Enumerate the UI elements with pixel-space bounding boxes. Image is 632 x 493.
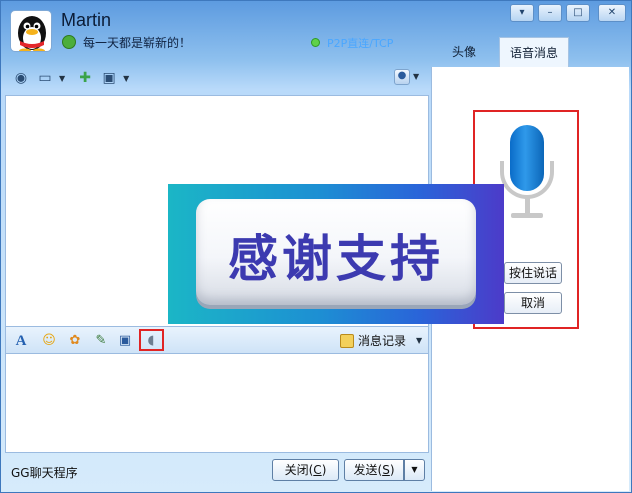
microphone-stem: [525, 198, 530, 214]
send-options-button[interactable]: ▼: [404, 459, 425, 481]
format-toolbar: A ☺ ✿ ✎ ▣ ◖ 消息记录 ▼: [5, 327, 429, 353]
font-icon[interactable]: A: [12, 332, 30, 350]
minimize-button[interactable]: –: [538, 4, 562, 22]
screen-icon[interactable]: ▣: [116, 332, 134, 350]
chevron-down-icon[interactable]: ▼: [59, 74, 65, 83]
chat-window: Martin 每一天都是崭新的！ P2P直连/TCP ▾ – □ ✕ ◉ ▭ ▼…: [0, 0, 632, 493]
message-history-button[interactable]: 消息记录: [340, 332, 406, 349]
send-key: S: [382, 463, 390, 477]
close-key: C: [313, 463, 322, 477]
camera-icon[interactable]: ◉: [11, 68, 31, 88]
screenshot-icon[interactable]: ✎: [92, 332, 110, 350]
emoji-icon[interactable]: ☺: [40, 332, 58, 350]
voice-button-highlight: [139, 329, 164, 351]
banner-text: 感谢支持: [228, 230, 444, 288]
close-button[interactable]: 关闭(C): [272, 459, 339, 481]
avatar[interactable]: [10, 10, 52, 52]
history-label: 消息记录: [358, 334, 407, 348]
send-label: 发送(: [353, 463, 383, 477]
cancel-button[interactable]: 取消: [504, 292, 562, 314]
voice-icon[interactable]: ●: [394, 69, 410, 85]
menu-button[interactable]: ▾: [510, 4, 534, 22]
folder-icon[interactable]: ▭: [35, 68, 55, 88]
app-icon[interactable]: ✚: [75, 68, 95, 88]
close-window-button[interactable]: ✕: [598, 4, 626, 22]
chevron-down-icon[interactable]: ▼: [123, 74, 129, 83]
close-label: 关闭(: [284, 463, 314, 477]
thanks-banner: 感谢支持: [168, 184, 504, 324]
tab-avatar[interactable]: 头像: [431, 37, 497, 67]
chevron-down-icon[interactable]: ▼: [416, 336, 422, 345]
message-input[interactable]: [5, 353, 429, 453]
screen-share-icon[interactable]: ▣: [99, 68, 119, 88]
app-name: GG聊天程序: [11, 466, 78, 480]
chat-toolbar: ◉ ▭ ▼ ✚ ▣ ▼: [11, 67, 135, 89]
tab-voice-message[interactable]: 语音消息: [499, 37, 569, 67]
chevron-down-icon[interactable]: ▼: [413, 72, 419, 81]
signature-text: 每一天都是崭新的！: [83, 36, 192, 50]
press-to-talk-button[interactable]: 按住说话: [504, 262, 562, 284]
connection-status: P2P直连/TCP: [327, 37, 394, 50]
send-paren: ): [389, 463, 395, 477]
penguin-icon: [18, 16, 46, 51]
signature-icon[interactable]: [62, 35, 76, 49]
send-button[interactable]: 发送(S): [344, 459, 404, 481]
side-tabs: 头像 语音消息: [431, 37, 631, 67]
history-icon: [340, 333, 354, 348]
close-paren: ): [321, 463, 327, 477]
status-dot-icon: [311, 38, 320, 47]
banner-plate: 感谢支持: [196, 199, 476, 305]
contact-name: Martin: [61, 10, 112, 30]
magic-emoji-icon[interactable]: ✿: [66, 332, 84, 350]
maximize-button[interactable]: □: [566, 4, 590, 22]
microphone-base: [511, 213, 543, 218]
